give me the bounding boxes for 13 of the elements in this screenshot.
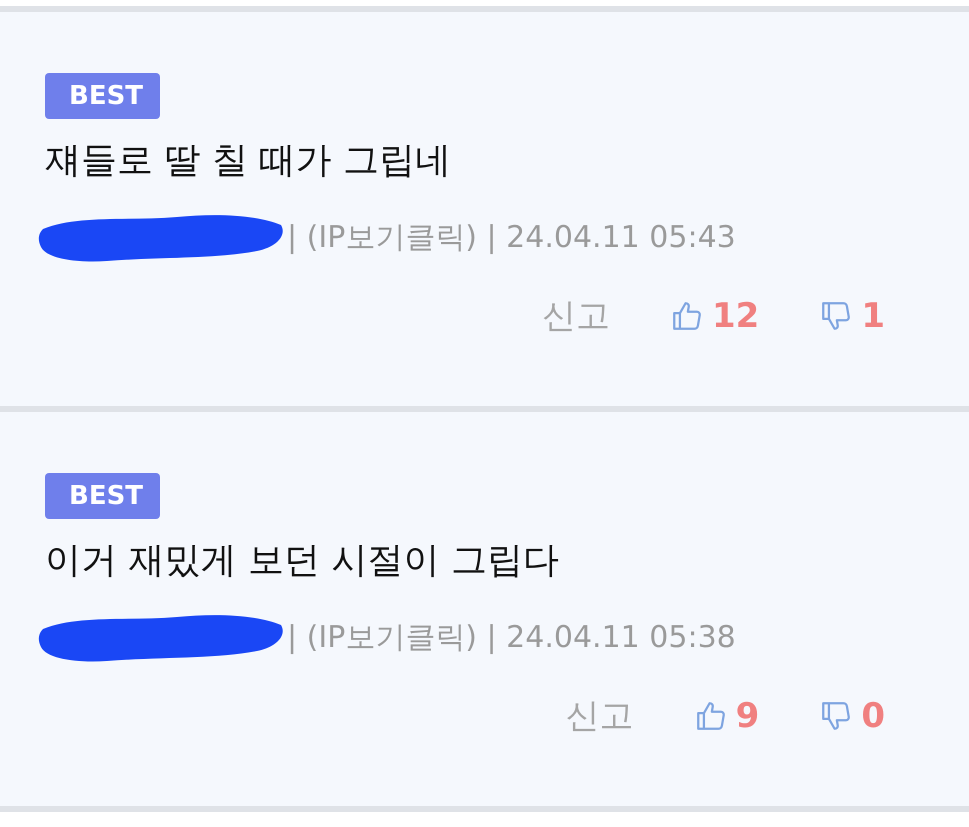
report-button[interactable]: 신고	[566, 693, 634, 739]
best-badge: BEST	[45, 73, 160, 119]
dislike-button[interactable]: 0	[819, 696, 885, 736]
comment-text: 쟤들로 딸 칠 때가 그립네	[45, 139, 451, 183]
comment-meta[interactable]: | (IP보기클릭) | 24.04.11 05:43	[287, 216, 736, 258]
report-button[interactable]: 신고	[542, 293, 610, 339]
comment-text: 이거 재밌게 보던 시절이 그립다	[45, 539, 559, 583]
dislike-button[interactable]: 1	[819, 296, 885, 336]
comment-meta[interactable]: | (IP보기클릭) | 24.04.11 05:38	[287, 616, 736, 658]
best-badge: BEST	[45, 473, 160, 519]
like-button[interactable]: 12	[670, 296, 760, 336]
thumbs-up-icon	[670, 299, 704, 333]
like-button[interactable]: 9	[694, 696, 760, 736]
